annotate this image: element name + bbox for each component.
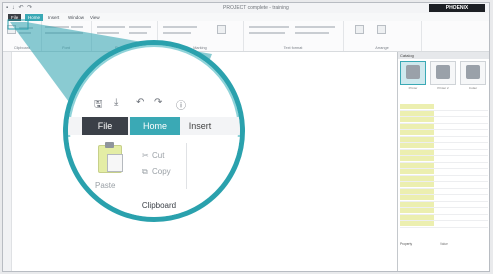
cut-button[interactable]: Cut [152, 151, 164, 160]
group-divider [186, 143, 187, 189]
copy-button[interactable]: Copy [152, 167, 171, 176]
clipboard-group-label: Clipboard [141, 201, 177, 210]
magnified-clipboard-group: Paste ✂ Cut ⧉ Copy Clipboard [68, 137, 240, 217]
tab-file[interactable]: File [82, 117, 128, 135]
paste-icon[interactable] [98, 142, 123, 173]
magnified-tabs: File Home Insert [68, 117, 240, 135]
help-icon[interactable]: ⓘ [176, 97, 186, 112]
magnifier-lens: 🖫 ⤓ ↶ ↷ ⓘ File Home Insert Paste ✂ Cut ⧉… [63, 40, 245, 222]
scissors-icon[interactable]: ✂ [142, 151, 149, 160]
undo-icon[interactable]: ↶ [136, 97, 144, 108]
tab-home[interactable]: Home [130, 117, 180, 135]
redo-icon[interactable]: ↷ [154, 97, 162, 108]
save-icon[interactable]: 🖫 [94, 97, 103, 114]
paste-button[interactable]: Paste [95, 181, 115, 190]
tab-insert[interactable]: Insert [180, 117, 220, 135]
download-icon[interactable]: ⤓ [114, 97, 118, 108]
copy-icon[interactable]: ⧉ [142, 167, 148, 177]
